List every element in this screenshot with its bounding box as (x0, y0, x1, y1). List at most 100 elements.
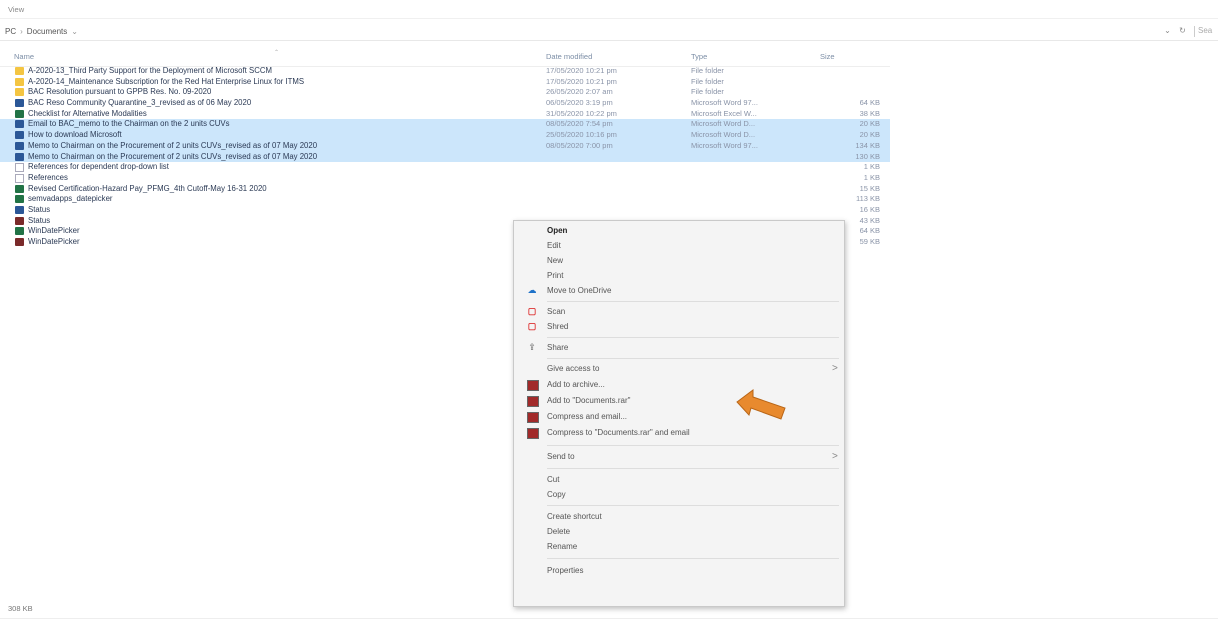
file-name: Checklist for Alternative Modalities (28, 108, 147, 118)
file-size: 38 KB (859, 108, 880, 118)
file-size: 134 KB (855, 140, 880, 150)
file-date: 26/05/2020 2:07 am (546, 87, 613, 97)
file-size: 113 KB (855, 194, 880, 204)
refresh-icon[interactable]: ↻ (1179, 26, 1186, 35)
excel-document-icon (15, 109, 24, 118)
word-document-icon (15, 152, 24, 161)
file-size: 16 KB (859, 204, 880, 214)
file-row[interactable]: A-2020-14_Maintenance Subscription for t… (0, 77, 890, 88)
folder-icon (15, 67, 24, 75)
application-icon (15, 216, 24, 225)
menu-item-compress-email[interactable]: Compress and email... (514, 409, 844, 424)
file-row[interactable]: Checklist for Alternative Modalities 31/0… (0, 109, 890, 120)
file-type: Microsoft Word D... (691, 130, 756, 140)
menu-item-cut[interactable]: Cut (514, 472, 844, 487)
menu-item-create-shortcut[interactable]: Create shortcut (514, 509, 844, 524)
file-name: A-2020-13_Third Party Support for the De… (28, 66, 272, 75)
file-row[interactable]: Revised Certification-Hazard Pay_PFMG_4t… (0, 184, 890, 195)
chevron-down-icon[interactable]: ⌄ (71, 27, 78, 36)
file-date: 06/05/2020 3:19 pm (546, 98, 613, 108)
excel-document-icon (15, 184, 24, 193)
file-row[interactable]: How to download Microsoft 25/05/2020 10:1… (0, 130, 890, 141)
menu-item-properties[interactable]: Properties (514, 563, 844, 578)
winrar-icon (527, 428, 539, 439)
menu-item-shred[interactable]: ▢ Shred (514, 319, 844, 334)
file-date: 31/05/2020 10:22 pm (546, 108, 617, 118)
file-row[interactable]: semvadapps_datepicker 113 KB (0, 194, 890, 205)
breadcrumb-pc[interactable]: PC (5, 27, 16, 36)
menu-item-open[interactable]: Open (514, 223, 844, 238)
column-date[interactable]: Date modified (546, 52, 592, 61)
menu-item-edit[interactable]: Edit (514, 238, 844, 253)
context-menu: Open Edit New Print ☁ Move to OneDrive ▢ S… (513, 220, 845, 607)
menu-item-send-to[interactable]: Send to > (514, 449, 844, 464)
file-date: 17/05/2020 10:21 pm (546, 66, 617, 75)
menu-divider (547, 558, 839, 559)
winrar-icon (527, 396, 539, 407)
file-row[interactable]: References for dependent drop-down list 1… (0, 162, 890, 173)
file-row[interactable]: BAC Reso Community Quarantine_3_revised … (0, 98, 890, 109)
menu-item-delete[interactable]: Delete (514, 524, 844, 539)
menu-item-copy[interactable]: Copy (514, 487, 844, 502)
address-bar[interactable]: PC › Documents ⌄ ⌄ ↻ Sea (0, 24, 1218, 41)
view-menu[interactable]: View (8, 5, 24, 14)
menu-item-share[interactable]: ⇪ Share (514, 340, 844, 355)
file-name: How to download Microsoft (28, 130, 122, 140)
pointer-arrow-icon (736, 389, 786, 420)
file-name: Revised Certification-Hazard Pay_PFMG_4t… (28, 183, 267, 193)
status-divider (0, 618, 1218, 619)
menu-item-rename[interactable]: Rename (514, 539, 844, 554)
menu-item-give-access[interactable]: Give access to > (514, 361, 844, 376)
shield-icon: ▢ (527, 321, 537, 331)
menu-item-new[interactable]: New (514, 253, 844, 268)
column-type[interactable]: Type (691, 52, 707, 61)
file-row[interactable]: Email to BAC_memo to the Chairman on the… (0, 119, 890, 131)
menu-item-onedrive[interactable]: ☁ Move to OneDrive (514, 283, 844, 298)
menu-item-add-to-rar[interactable]: Add to "Documents.rar" (514, 393, 844, 408)
file-type: Microsoft Word D... (691, 119, 756, 129)
file-name: References for dependent drop-down list (28, 162, 169, 172)
menu-item-add-to-archive[interactable]: Add to archive... (514, 377, 844, 392)
file-size: 20 KB (859, 130, 880, 140)
file-row[interactable]: Status 16 KB (0, 205, 890, 216)
file-row[interactable]: A-2020-13_Third Party Support for the De… (0, 66, 890, 77)
file-name: WinDatePicker (28, 237, 80, 246)
file-name: Status (28, 215, 51, 225)
search-input[interactable]: Sea (1194, 26, 1214, 37)
file-date: 08/05/2020 7:00 pm (546, 140, 613, 150)
address-actions: ⌄ ↻ Sea (1158, 26, 1214, 37)
column-size[interactable]: Size (820, 52, 835, 61)
file-row[interactable]: BAC Resolution pursuant to GPPB Res. No.… (0, 87, 890, 98)
word-document-icon (15, 120, 24, 129)
file-row[interactable]: Memo to Chairman on the Procurement of 2… (0, 140, 890, 152)
file-type: File folder (691, 87, 724, 97)
application-icon (15, 238, 24, 246)
word-document-icon (15, 205, 24, 214)
menu-item-print[interactable]: Print (514, 268, 844, 283)
file-row[interactable]: Memo to Chairman on the Procurement of 2… (0, 151, 890, 163)
cloud-icon: ☁ (527, 285, 537, 295)
file-type: Microsoft Excel W... (691, 108, 757, 118)
file-name: A-2020-14_Maintenance Subscription for t… (28, 76, 305, 86)
file-size: 15 KB (859, 183, 880, 193)
breadcrumb-documents[interactable]: Documents (27, 27, 67, 36)
file-name: Status (28, 204, 51, 214)
file-size: 1 KB (863, 162, 880, 172)
menu-item-scan[interactable]: ▢ Scan (514, 304, 844, 319)
chevron-right-icon: > (832, 451, 838, 462)
file-row[interactable]: References 1 KB (0, 173, 890, 184)
menu-item-compress-rar-email[interactable]: Compress to "Documents.rar" and email (514, 425, 844, 440)
column-name[interactable]: Name (14, 52, 34, 61)
menu-divider (547, 337, 839, 338)
status-text: 308 KB (8, 604, 33, 613)
folder-icon (15, 77, 24, 86)
column-header: Name Date modified Type Size (0, 52, 890, 67)
file-date: 17/05/2020 10:21 pm (546, 76, 617, 86)
file-type: File folder (691, 66, 724, 75)
winrar-icon (527, 380, 539, 391)
chevron-down-icon[interactable]: ⌄ (1164, 26, 1171, 35)
file-name: Memo to Chairman on the Procurement of 2… (28, 140, 318, 150)
folder-icon (15, 88, 24, 97)
menu-divider (547, 505, 839, 506)
word-document-icon (15, 141, 24, 150)
